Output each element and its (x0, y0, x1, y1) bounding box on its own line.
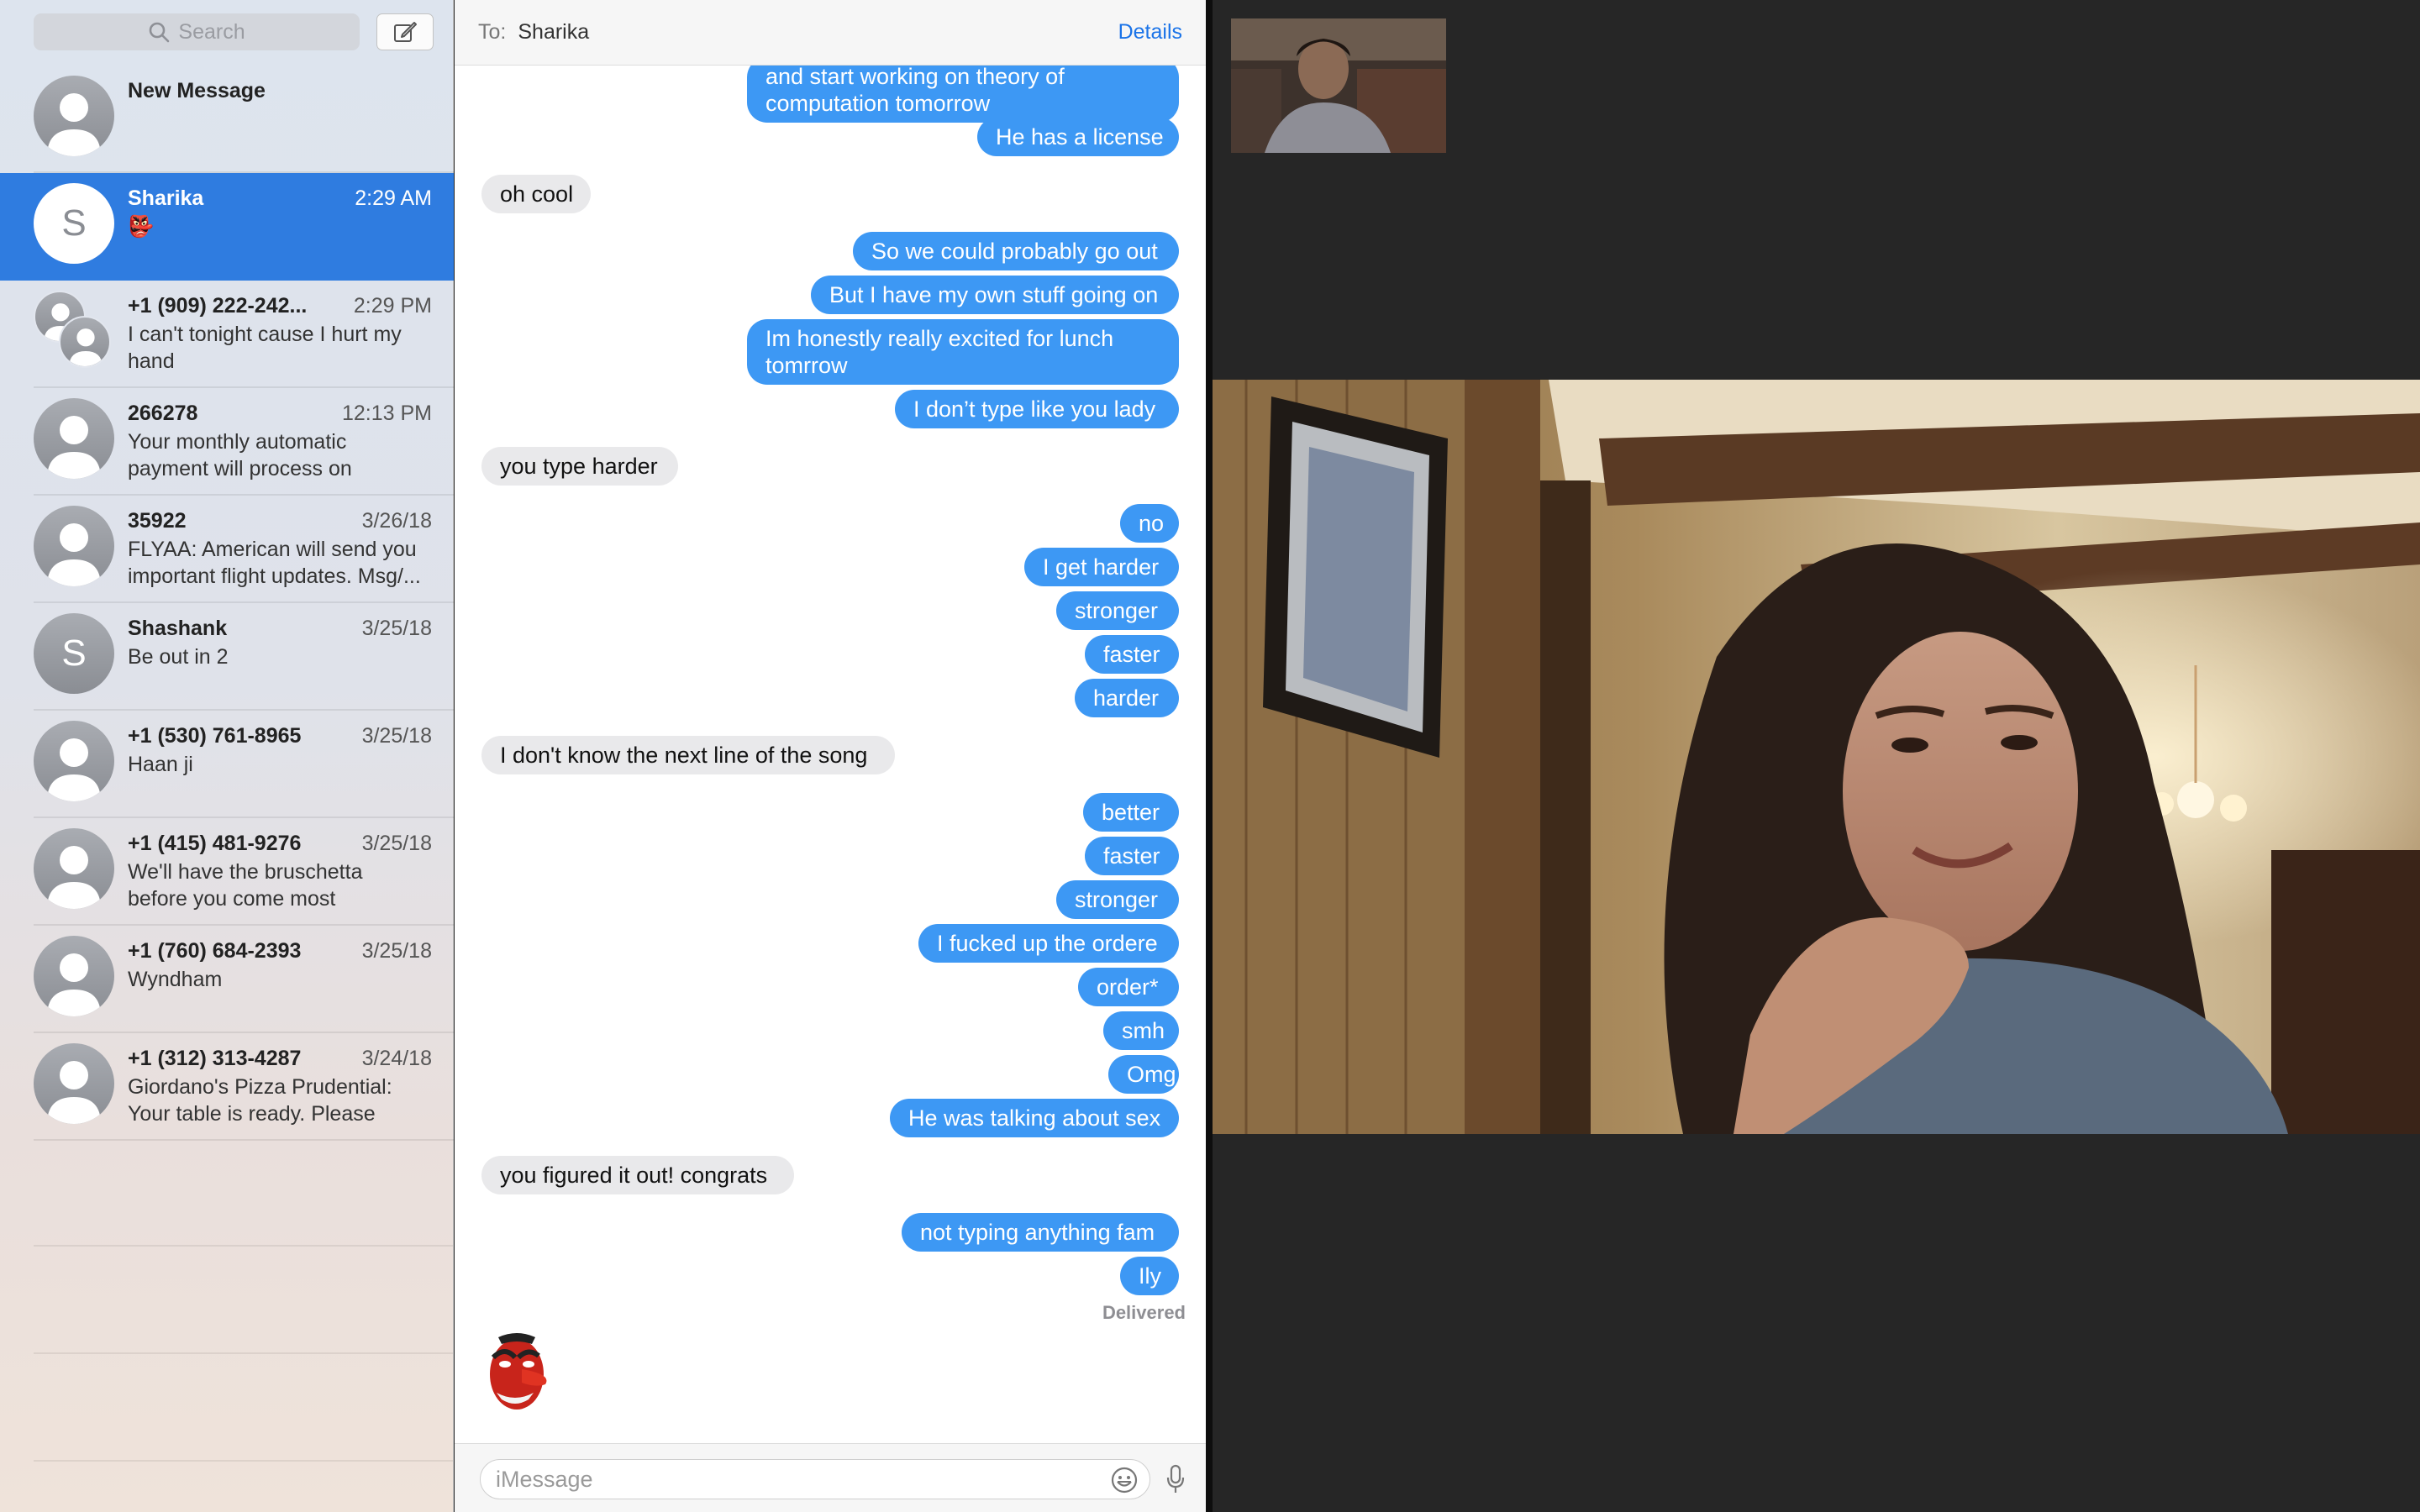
contact-avatar: S (34, 613, 114, 694)
conversation-item[interactable]: +1 (760) 684-2393 3/25/18 Wyndham (0, 926, 454, 1033)
outgoing-message-bubble[interactable]: faster (1085, 837, 1179, 875)
outgoing-message-bubble[interactable]: stronger (1056, 591, 1179, 630)
conversation-preview: Wyndham (128, 968, 223, 991)
list-separator (34, 1352, 453, 1354)
conversation-item[interactable]: +1 (909) 222-242... 2:29 PM I can't tonigh… (0, 281, 454, 388)
outgoing-message-bubble[interactable]: Ily (1120, 1257, 1179, 1295)
outgoing-message-bubble[interactable]: He was talking about sex (890, 1099, 1179, 1137)
conversation-time: 2:29 PM (353, 294, 432, 318)
conversation-preview: Be out in 2 (128, 645, 229, 669)
remote-camera-video[interactable] (1213, 380, 2420, 1134)
pane-divider (1206, 0, 1213, 1512)
details-button[interactable]: Details (1118, 20, 1182, 45)
conversation-preview: Haan ji (128, 753, 193, 776)
conversation-time: 12:13 PM (341, 402, 432, 425)
contact-avatar (34, 828, 114, 909)
outgoing-message-bubble[interactable]: So we could probably go out (853, 232, 1179, 270)
contact-avatar (34, 936, 114, 1016)
outgoing-message-bubble[interactable]: I don’t type like you lady (895, 390, 1179, 428)
contact-avatar (34, 721, 114, 801)
outgoing-message-bubble[interactable]: no (1120, 504, 1179, 543)
conversation-name: +1 (909) 222-242... (128, 294, 308, 318)
conversation-time: 3/25/18 (361, 617, 432, 640)
search-icon (150, 22, 170, 43)
outgoing-message-bubble[interactable]: Omg (1108, 1055, 1179, 1094)
microphone-icon[interactable] (1165, 1464, 1186, 1494)
message-input-bar: iMessage (455, 1443, 1206, 1512)
outgoing-message-bubble[interactable]: I get harder (1024, 548, 1179, 586)
conversation-name: 35922 (128, 509, 187, 533)
compose-icon (394, 22, 417, 42)
outgoing-message-bubble[interactable]: smh (1103, 1011, 1179, 1050)
conversation-time: 3/25/18 (361, 724, 432, 748)
contact-avatar (34, 398, 114, 479)
conversation-item[interactable]: 35922 3/26/18 FLYAA: American will send yo… (0, 496, 454, 603)
incoming-message-bubble[interactable]: oh cool (481, 175, 591, 213)
conversation-preview: Your monthly automatic payment will proc… (128, 430, 352, 480)
conversation-name: Shashank (128, 617, 228, 640)
outgoing-message-bubble[interactable]: and start working on theory of computati… (747, 66, 1179, 123)
tengu-mask-sticker[interactable] (485, 1332, 552, 1417)
recipient-name[interactable]: Sharika (518, 20, 589, 45)
conversation-list: New Message S Sharika 2:29 AM 👺 +1 (909) 222-… (0, 66, 454, 1141)
conversation-item[interactable]: New Message (0, 66, 454, 173)
self-camera-preview[interactable] (1231, 18, 1446, 153)
conversation-item[interactable]: +1 (312) 313-4287 3/24/18 Giordano's Pizza… (0, 1033, 454, 1141)
contact-avatar (34, 76, 114, 156)
conversation-item[interactable]: 266278 12:13 PM Your monthly automatic pay… (0, 388, 454, 496)
outgoing-message-bubble[interactable]: He has a license (977, 118, 1179, 156)
compose-button[interactable] (376, 13, 434, 50)
conversation-item[interactable]: S Shashank 3/25/18 Be out in 2 (0, 603, 454, 711)
conversation-preview: We'll have the bruschetta before you com… (128, 860, 363, 911)
incoming-message-bubble[interactable]: you type harder (481, 447, 678, 486)
conversation-name: 266278 (128, 402, 198, 425)
conversation-time: 3/25/18 (361, 832, 432, 855)
conversation-name: +1 (312) 313-4287 (128, 1047, 302, 1070)
contact-avatar: S (34, 183, 114, 264)
conversation-item[interactable]: +1 (415) 481-9276 3/25/18 We'll have the b… (0, 818, 454, 926)
conversation-preview: FLYAA: American will send you important … (128, 538, 421, 588)
outgoing-message-bubble[interactable]: better (1083, 793, 1179, 832)
conversation-pane: To: Sharika Details and start working on… (455, 0, 1206, 1512)
outgoing-message-bubble[interactable]: not typing anything fam (902, 1213, 1179, 1252)
incoming-message-bubble[interactable]: I don't know the next line of the song (481, 736, 895, 774)
conversation-name: Sharika (128, 186, 204, 210)
conversation-time: 2:29 AM (355, 186, 432, 210)
conversation-preview: I can't tonight cause I hurt my hand (128, 323, 402, 373)
conversation-preview: Giordano's Pizza Prudential: Your table … (128, 1075, 392, 1126)
conversation-name: New Message (128, 79, 266, 102)
conversation-name: +1 (415) 481-9276 (128, 832, 302, 855)
conversation-name: +1 (760) 684-2393 (128, 939, 302, 963)
incoming-message-bubble[interactable]: you figured it out! congrats (481, 1156, 794, 1194)
outgoing-message-bubble[interactable]: I fucked up the ordere (918, 924, 1179, 963)
message-transcript[interactable]: and start working on theory of computati… (455, 66, 1206, 1443)
emoji-icon[interactable] (1110, 1466, 1139, 1494)
outgoing-message-bubble[interactable]: faster (1085, 635, 1179, 674)
outgoing-message-bubble[interactable]: But I have my own stuff going on (811, 276, 1179, 314)
search-field[interactable]: Search (34, 13, 360, 50)
outgoing-message-bubble[interactable]: stronger (1056, 880, 1179, 919)
list-separator (34, 1245, 453, 1247)
conversation-header: To: Sharika Details (455, 0, 1206, 66)
facetime-window (1213, 0, 2420, 1512)
to-label: To: (478, 20, 507, 44)
conversation-name: +1 (530) 761-8965 (128, 724, 302, 748)
outgoing-message-bubble[interactable]: order* (1078, 968, 1179, 1006)
search-placeholder: Search (178, 19, 245, 44)
conversation-time: 3/26/18 (361, 509, 432, 533)
outgoing-message-bubble[interactable]: harder (1075, 679, 1179, 717)
conversation-sidebar: Search New Message S Sharika 2:29 AM 👺 +1 (90… (0, 0, 454, 1512)
conversation-time: 3/25/18 (361, 939, 432, 963)
group-avatar (34, 291, 114, 371)
list-separator (34, 1460, 453, 1462)
conversation-item[interactable]: +1 (530) 761-8965 3/25/18 Haan ji (0, 711, 454, 818)
conversation-time: 3/24/18 (361, 1047, 432, 1070)
imessage-input[interactable]: iMessage (480, 1459, 1150, 1499)
contact-avatar (34, 1043, 114, 1124)
outgoing-message-bubble[interactable]: Im honestly really excited for lunch tom… (747, 319, 1179, 385)
conversation-preview: 👺 (128, 215, 155, 239)
delivered-status: Delivered (1102, 1302, 1186, 1323)
conversation-item[interactable]: S Sharika 2:29 AM 👺 (0, 173, 454, 281)
contact-avatar (34, 506, 114, 586)
